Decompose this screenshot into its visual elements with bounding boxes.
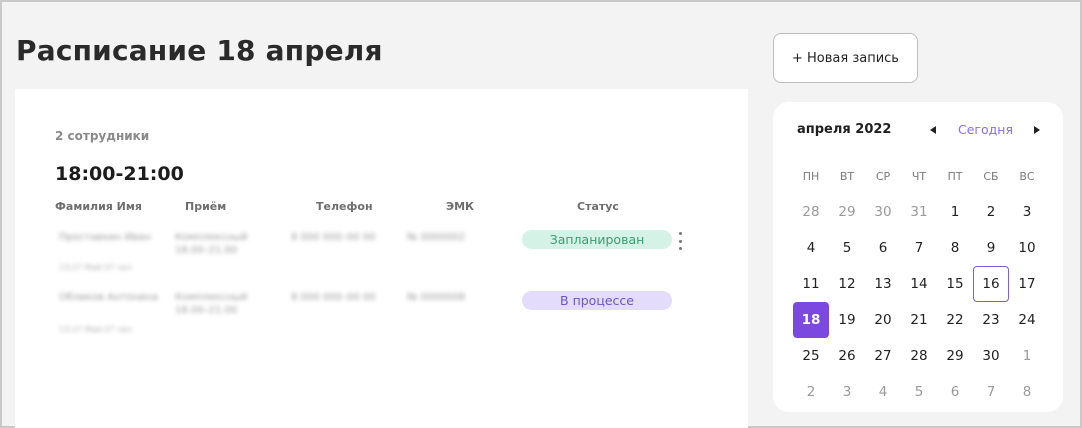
appointment-cell: Комплексный 18.00–21.00 [175,292,248,316]
calendar-day[interactable]: 8 [937,230,973,266]
calendar-day[interactable]: 10 [1009,230,1045,266]
previous-month-icon[interactable] [928,124,938,136]
patient-name: Обликов Антонина [59,292,159,303]
calendar-day[interactable]: 5 [829,230,865,266]
calendar-day[interactable]: 18 [793,302,829,338]
employees-count: 2 сотрудники [55,129,150,143]
calendar-day[interactable]: 16 [973,266,1009,302]
weekday-label: ПТ [947,170,963,183]
calendar-day[interactable]: 30 [973,338,1009,374]
new-record-button[interactable]: + Новая запись [773,33,918,83]
calendar-day[interactable]: 1 [937,194,973,230]
calendar-month-label: апреля 2022 [797,122,892,137]
calendar-day[interactable]: 28 [793,194,829,230]
calendar-day[interactable]: 7 [973,374,1009,410]
weekday-label: ЧТ [911,170,927,183]
time-range: 18:00-21:00 [55,163,184,185]
phone-cell: 8 000 000–00 00 [291,292,376,303]
calendar-day[interactable]: 9 [973,230,1009,266]
column-header-phone: Телефон [316,200,373,213]
calendar-day[interactable]: 4 [865,374,901,410]
calendar-day[interactable]: 13 [865,266,901,302]
calendar-day[interactable]: 3 [829,374,865,410]
patient-meta: 13:27 Май 07 чел [59,263,132,272]
column-header-emk: ЭМК [446,200,475,213]
calendar-day[interactable]: 8 [1009,374,1045,410]
calendar-day[interactable]: 3 [1009,194,1045,230]
next-month-icon[interactable] [1032,124,1042,136]
column-header-name: Фамилия Имя [55,200,142,213]
status-badge: Запланирован [522,230,672,249]
calendar-day[interactable]: 22 [937,302,973,338]
calendar-day[interactable]: 19 [829,302,865,338]
appointment-cell: Комплексный 18.00–21.00 [175,232,248,256]
calendar-day[interactable]: 25 [793,338,829,374]
phone-cell: 8 000 000–00 00 [291,232,376,243]
calendar-day[interactable]: 5 [901,374,937,410]
column-header-appointment: Приём [185,200,227,213]
calendar-day[interactable]: 29 [937,338,973,374]
calendar-day[interactable]: 7 [901,230,937,266]
calendar-day[interactable]: 6 [937,374,973,410]
calendar-day[interactable]: 26 [829,338,865,374]
calendar-day[interactable]: 12 [829,266,865,302]
calendar-day[interactable]: 30 [865,194,901,230]
weekday-label: ПН [802,170,820,183]
emk-cell: № 0000008 [407,292,466,303]
more-options-icon[interactable] [675,232,685,250]
calendar-day[interactable]: 23 [973,302,1009,338]
calendar-day[interactable]: 2 [973,194,1009,230]
calendar-day[interactable]: 29 [829,194,865,230]
weekday-label: ВС [1019,170,1035,183]
calendar-day[interactable]: 6 [865,230,901,266]
calendar: апреля 2022 Сегодня ПН ВТ СР ЧТ ПТ СБ ВС 28 29 3… [773,102,1063,412]
calendar-day[interactable]: 24 [1009,302,1045,338]
page-title: Расписание 18 апреля [16,34,383,67]
calendar-day[interactable]: 14 [901,266,937,302]
patient-meta: 13:27 Май 07 чел [59,325,132,334]
calendar-day[interactable]: 11 [793,266,829,302]
weekday-label: СБ [983,170,999,183]
calendar-day[interactable]: 31 [901,194,937,230]
calendar-day[interactable]: 20 [865,302,901,338]
emk-cell: № 0000002 [407,232,466,243]
weekday-label: ВТ [839,170,855,183]
patient-name: Проставкин Иван [59,232,151,243]
calendar-day[interactable]: 27 [865,338,901,374]
calendar-day[interactable]: 1 [1009,338,1045,374]
calendar-day[interactable]: 21 [901,302,937,338]
column-header-status: Статус [577,200,619,213]
calendar-day[interactable]: 15 [937,266,973,302]
calendar-day[interactable]: 2 [793,374,829,410]
today-link[interactable]: Сегодня [958,122,1013,137]
calendar-day[interactable]: 4 [793,230,829,266]
calendar-day[interactable]: 17 [1009,266,1045,302]
schedule-panel: 2 сотрудники 18:00-21:00 Фамилия Имя При… [15,89,748,428]
calendar-day[interactable]: 28 [901,338,937,374]
weekday-label: СР [875,170,891,183]
status-badge: В процессе [522,291,672,310]
